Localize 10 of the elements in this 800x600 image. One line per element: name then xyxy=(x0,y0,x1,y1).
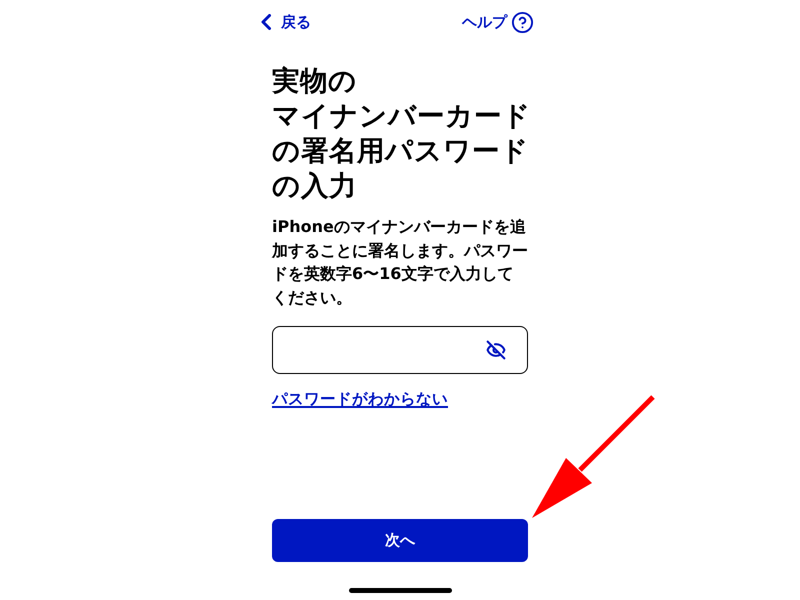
next-button[interactable]: 次へ xyxy=(272,519,528,562)
eye-slash-icon[interactable] xyxy=(486,340,506,360)
chevron-left-icon xyxy=(261,14,271,30)
back-link[interactable]: 戻る xyxy=(261,10,311,34)
instruction-text: iPhoneのマイナンバーカードを追 加することに署名します。パスワー ドを英数字6〜16文字で入力して ください。 xyxy=(272,216,528,308)
help-icon xyxy=(511,10,534,34)
help-link[interactable]: ヘルプ xyxy=(462,10,534,34)
page-title: 実物の マイナンバーカード の署名用パスワード の入力 xyxy=(272,64,528,204)
password-field[interactable] xyxy=(272,326,528,374)
forgot-password-link[interactable]: パスワードがわからない xyxy=(272,387,448,411)
